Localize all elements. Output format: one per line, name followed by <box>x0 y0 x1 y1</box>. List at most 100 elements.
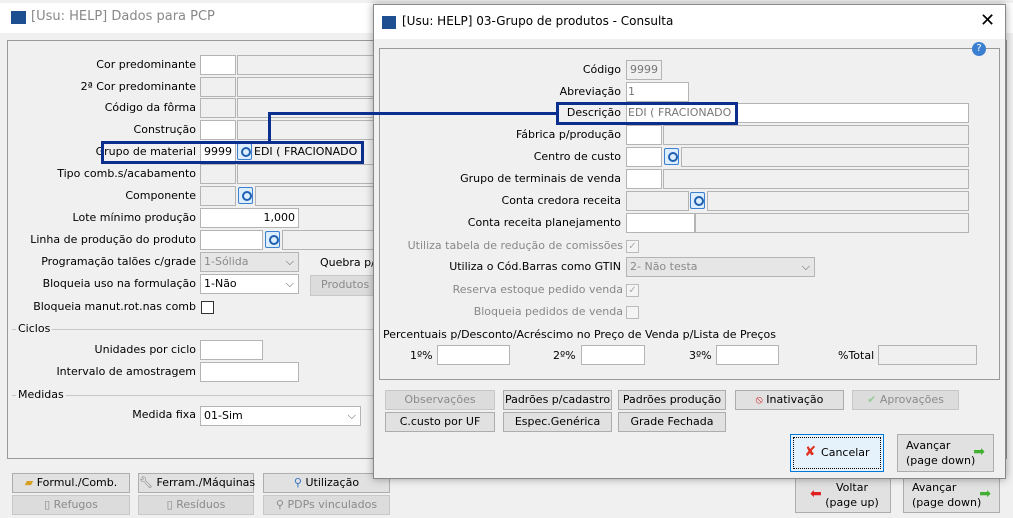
label-quebra: Quebra p/t <box>320 256 380 269</box>
document-icon: ▯ <box>166 498 177 511</box>
medida-fixa-value: 01-Sim <box>204 409 243 422</box>
label-codigo: Código <box>582 63 621 76</box>
padroes-cadastro-button[interactable]: Padrões p/cadastro <box>503 390 612 410</box>
label-cor: Cor predominante <box>96 58 196 71</box>
gtin-select: 2- Não testa ⌵ <box>626 257 815 277</box>
p3-input[interactable] <box>716 345 779 365</box>
refugos-button[interactable]: ▯ Refugos <box>12 495 130 515</box>
main-avancar-button[interactable]: Avançar (page down) ➡ <box>903 477 1000 513</box>
tipo-input <box>200 164 236 184</box>
residuos-label: Resíduos <box>176 498 226 511</box>
label-conta-plan: Conta receita planejamento <box>467 216 621 229</box>
voltar-button[interactable]: ⬅ Voltar (page up) <box>795 477 891 513</box>
utilizacao-button[interactable]: ⚲ Utilização <box>263 473 390 493</box>
ccusto-uf-button[interactable]: C.custo por UF <box>385 412 495 432</box>
conta-credora-lookup-icon[interactable] <box>690 192 705 209</box>
chevron-down-icon: ⌵ <box>285 277 294 290</box>
x-icon: ✘ <box>804 444 822 460</box>
utiliza-tabela-checkbox: ✓ <box>626 240 639 253</box>
label-programacao: Programação talões c/grade <box>41 255 196 268</box>
voltar-label: Voltar <box>835 481 869 494</box>
inativacao-label: Inativação <box>766 393 824 406</box>
centro-input[interactable] <box>626 147 662 167</box>
chevron-down-icon: ⌵ <box>801 260 810 273</box>
espec-generica-button[interactable]: Espec.Genérica <box>503 412 612 432</box>
app-icon <box>11 11 26 24</box>
grupo-term-desc <box>663 169 969 189</box>
centro-lookup-icon[interactable] <box>664 148 679 165</box>
label-cor2: 2ª Cor predominante <box>80 80 196 93</box>
bloqueia-pedidos-checkbox <box>626 306 639 319</box>
residuos-button[interactable]: ▯ Resíduos <box>138 495 254 515</box>
close-icon[interactable]: ✕ <box>980 10 995 31</box>
document-icon: ▯ <box>44 498 54 511</box>
conta-credora-desc <box>707 191 969 211</box>
cancelar-label: Cancelar <box>821 446 870 459</box>
componente-desc <box>255 186 377 206</box>
chevron-down-icon: ⌵ <box>285 255 294 268</box>
ferram-label: Ferram./Máquinas <box>156 476 256 489</box>
conta-credora-input <box>626 191 689 211</box>
label-utiliza-tabela: Utiliza tabela de redução de comissões <box>407 239 623 252</box>
help-icon[interactable]: ? <box>972 42 986 56</box>
formul-label: Formul./Comb. <box>36 476 118 489</box>
fabrica-input[interactable] <box>626 125 662 145</box>
conta-plan-desc <box>695 213 969 233</box>
label-bloqueia-manut: Bloqueia manut.rot.nas comb <box>33 300 196 313</box>
label-bloqueia-uso: Bloqueia uso na formulação <box>42 277 196 290</box>
construcao-desc <box>237 120 377 140</box>
highlight-descricao <box>556 102 738 125</box>
medida-fixa-select[interactable]: 01-Sim ⌵ <box>200 406 361 426</box>
lote-input[interactable]: 1,000 <box>200 208 299 228</box>
dialog-avancar-button[interactable]: Avançar (page down) ➡ <box>897 434 994 472</box>
linha-lookup-icon[interactable] <box>265 231 280 248</box>
observacoes-button[interactable]: Observações <box>385 390 495 410</box>
cor2-input <box>200 77 236 97</box>
arrow-right-icon: ➡ <box>979 486 991 502</box>
aprovacoes-button[interactable]: ✔ Aprovações <box>852 390 959 410</box>
linha-input[interactable] <box>200 230 263 250</box>
grade-fechada-button[interactable]: Grade Fechada <box>618 412 726 432</box>
label-p1: 1º% <box>410 349 433 362</box>
p1-input[interactable] <box>437 345 510 365</box>
construcao-input[interactable] <box>200 120 236 140</box>
label-p3: 3º% <box>689 349 712 362</box>
label-linha: Linha de produção do produto <box>30 233 196 246</box>
chevron-down-icon: ⌵ <box>347 409 356 422</box>
programacao-select: 1-Sólida ⌵ <box>200 252 299 272</box>
label-unidades: Unidades por ciclo <box>94 343 196 356</box>
utilizacao-label: Utilização <box>305 476 360 489</box>
pdps-label: PDPs vinculados <box>287 498 378 511</box>
padroes-producao-button[interactable]: Padrões produção <box>618 390 726 410</box>
dialog-title: [Usu: HELP] 03-Grupo de produtos - Consu… <box>402 14 674 28</box>
cor-input[interactable] <box>200 55 236 75</box>
abreviacao-input[interactable]: 1 <box>626 82 689 102</box>
unidades-input[interactable] <box>200 340 263 360</box>
wrench-icon: 🔧︎ <box>139 476 157 489</box>
componente-lookup-icon[interactable] <box>238 187 253 204</box>
label-gtin: Utiliza o Cód.Barras como GTIN <box>449 260 621 273</box>
label-centro: Centro de custo <box>533 150 621 163</box>
produtos-button[interactable]: Produtos li <box>310 275 380 296</box>
label-fabrica: Fábrica p/produção <box>515 128 621 141</box>
formul-button[interactable]: ▰ Formul./Comb. <box>12 473 130 493</box>
grupo-term-input[interactable] <box>626 169 662 189</box>
folder-icon: ▰ <box>24 476 37 489</box>
reserva-checkbox: ✓ <box>626 284 639 297</box>
arrow-right-icon: ➡ <box>973 444 985 460</box>
p2-input[interactable] <box>581 345 645 365</box>
percentuais-title: Percentuais p/Desconto/Acréscimo no Preç… <box>383 328 776 341</box>
ferram-button[interactable]: 🔧︎ Ferram./Máquinas <box>138 473 256 493</box>
check-circle-icon: ✔ <box>867 393 880 406</box>
bloqueia-uso-select[interactable]: 1-Não ⌵ <box>200 274 299 294</box>
cancelar-button[interactable]: ✘ Cancelar <box>790 434 884 472</box>
label-bloqueia-pedidos: Bloqueia pedidos de venda <box>473 305 623 318</box>
pdps-button[interactable]: ⚲ PDPs vinculados <box>263 495 390 515</box>
conta-plan-input[interactable] <box>626 213 695 233</box>
inativacao-button[interactable]: ⦸ Inativação <box>735 390 844 410</box>
intervalo-input[interactable] <box>200 362 299 382</box>
centro-desc <box>681 147 969 167</box>
bloqueia-manut-checkbox[interactable] <box>201 301 214 314</box>
ciclos-title: Ciclos <box>16 322 53 335</box>
label-total: %Total <box>838 349 875 362</box>
